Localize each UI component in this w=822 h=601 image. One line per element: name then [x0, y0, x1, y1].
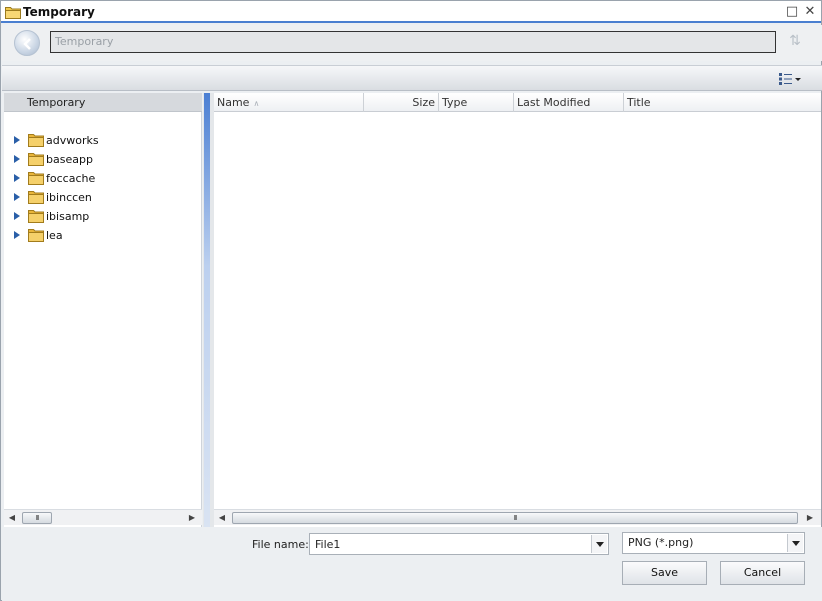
tree-item-label: advworks	[46, 134, 99, 147]
file-name-label: File name:	[252, 538, 309, 551]
column-header-type[interactable]: Type	[439, 93, 514, 112]
column-header-size[interactable]: Size	[364, 93, 439, 112]
tree-item-label: ibinccen	[46, 191, 92, 204]
scroll-right-icon[interactable]: ▶	[806, 513, 814, 523]
scroll-thumb[interactable]: III	[22, 512, 52, 524]
cancel-button[interactable]: Cancel	[720, 561, 805, 585]
window-title: Temporary	[23, 5, 95, 19]
expand-arrow-icon[interactable]	[14, 174, 20, 182]
expand-arrow-icon[interactable]	[14, 193, 20, 201]
tree-item-label: baseapp	[46, 153, 93, 166]
tree-header: Temporary	[4, 93, 202, 112]
file-list-pane: Name ∧ Size Type Last Modified Title ◀ II…	[214, 93, 821, 527]
expand-arrow-icon[interactable]	[14, 155, 20, 163]
file-type-dropdown-icon[interactable]	[787, 534, 803, 552]
column-header-title[interactable]: Title	[624, 93, 821, 112]
tree-item-ibisamp[interactable]: ibisamp	[4, 207, 202, 226]
file-list-horizontal-scrollbar[interactable]: ◀ III ▶	[214, 509, 821, 525]
column-label: Size	[412, 96, 435, 109]
file-type-select[interactable]: PNG (*.png)	[622, 532, 805, 554]
column-label: Type	[442, 96, 468, 109]
pane-splitter[interactable]	[203, 93, 214, 527]
expand-arrow-icon[interactable]	[14, 212, 20, 220]
tree-item-baseapp[interactable]: baseapp	[4, 150, 202, 169]
path-placeholder: Temporary	[55, 35, 114, 48]
navigation-bar: Temporary ⇅	[2, 25, 822, 61]
save-dialog: Temporary □ ✕ Temporary ⇅ Temporary advw…	[0, 0, 822, 601]
back-button[interactable]	[14, 30, 40, 56]
folder-icon	[5, 7, 21, 19]
scroll-right-icon[interactable]: ▶	[188, 513, 196, 523]
toolbar	[2, 65, 822, 91]
file-name-dropdown-icon[interactable]	[591, 535, 607, 553]
column-label: Title	[627, 96, 651, 109]
folder-icon	[28, 210, 44, 223]
expand-arrow-icon[interactable]	[14, 136, 20, 144]
dialog-footer: File name: File1 PNG (*.png) Save Cancel	[2, 527, 822, 601]
back-arrow-icon	[23, 38, 31, 50]
tree-item-foccache[interactable]: foccache	[4, 169, 202, 188]
column-label: Last Modified	[517, 96, 591, 109]
file-list-header: Name ∧ Size Type Last Modified Title	[214, 93, 821, 112]
path-field[interactable]: Temporary	[50, 31, 776, 53]
scroll-thumb[interactable]: III	[232, 512, 798, 524]
close-icon[interactable]: ✕	[803, 5, 817, 19]
tree-item-label: ibisamp	[46, 210, 90, 223]
title-bar: Temporary □ ✕	[1, 1, 821, 23]
refresh-icon[interactable]: ⇅	[786, 33, 804, 51]
folder-icon	[28, 134, 44, 147]
file-name-field[interactable]: File1	[309, 533, 609, 555]
column-header-last-modified[interactable]: Last Modified	[514, 93, 624, 112]
tree-item-label: foccache	[46, 172, 96, 185]
tree-item-ibinccen[interactable]: ibinccen	[4, 188, 202, 207]
splitter-bar[interactable]	[204, 93, 210, 527]
expand-arrow-icon[interactable]	[14, 231, 20, 239]
maximize-icon[interactable]: □	[785, 5, 799, 19]
tree-header-label: Temporary	[27, 96, 86, 109]
tree-horizontal-scrollbar[interactable]: ◀ III ▶	[4, 509, 202, 525]
save-button[interactable]: Save	[622, 561, 707, 585]
view-options-icon[interactable]	[778, 71, 804, 87]
column-label: Name	[217, 96, 250, 109]
column-header-name[interactable]: Name ∧	[214, 93, 364, 112]
folder-tree: advworks baseapp foccache ibinccen ibisa	[4, 131, 202, 245]
folder-icon	[28, 191, 44, 204]
tree-item-advworks[interactable]: advworks	[4, 131, 202, 150]
file-type-value: PNG (*.png)	[628, 536, 694, 549]
folder-icon	[28, 229, 44, 242]
scroll-left-icon[interactable]: ◀	[218, 513, 226, 523]
tree-item-lea[interactable]: lea	[4, 226, 202, 245]
sort-indicator-icon: ∧	[253, 99, 260, 108]
scroll-left-icon[interactable]: ◀	[8, 513, 16, 523]
tree-item-label: lea	[46, 229, 63, 242]
folder-icon	[28, 153, 44, 166]
file-name-value: File1	[315, 538, 341, 551]
folder-tree-pane: Temporary advworks baseapp foccache ibin…	[4, 93, 202, 527]
folder-icon	[28, 172, 44, 185]
